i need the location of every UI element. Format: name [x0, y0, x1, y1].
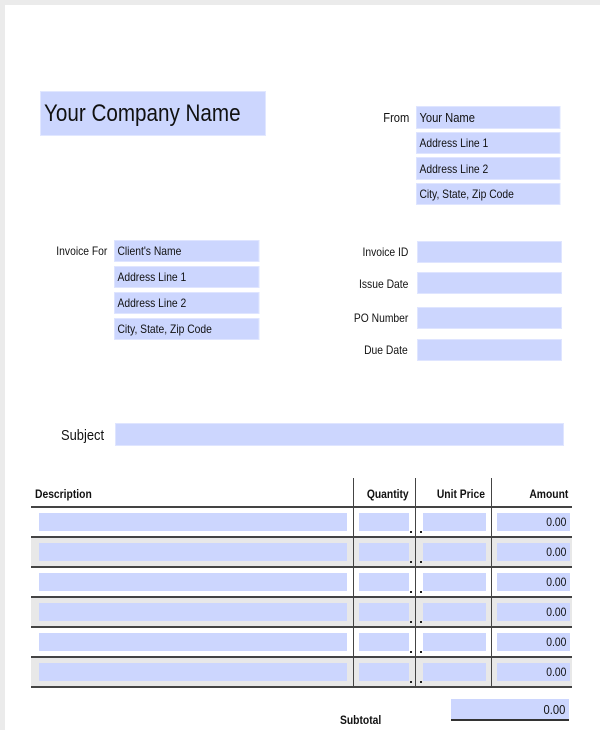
unit-price-field[interactable]: [423, 573, 486, 591]
invoice-for-label: Invoice For: [55, 244, 107, 258]
column-header-description: Description: [35, 487, 92, 501]
column-divider: [415, 538, 416, 566]
column-divider: [353, 508, 354, 536]
from-label: From: [382, 110, 409, 125]
unit-price-field[interactable]: [423, 663, 486, 681]
quantity-field[interactable]: [359, 663, 409, 681]
description-field[interactable]: [39, 633, 347, 651]
subject-field[interactable]: [115, 423, 564, 446]
unit-price-field[interactable]: [423, 513, 486, 531]
client-address2-field[interactable]: Address Line 2: [114, 292, 260, 314]
quantity-decimal-mark: [410, 621, 412, 623]
column-divider: [491, 628, 492, 656]
issue-date-field[interactable]: [417, 272, 562, 294]
table-row: 0.00: [31, 658, 572, 688]
quantity-decimal-mark: [410, 531, 412, 533]
column-divider: [353, 628, 354, 656]
description-field[interactable]: [39, 573, 347, 591]
company-name-text: Your Company Name: [44, 99, 241, 127]
table-row: 0.00: [31, 568, 572, 598]
quantity-field[interactable]: [359, 603, 409, 621]
from-address2-field[interactable]: Address Line 2: [416, 157, 561, 180]
table-header: Description Quantity Unit Price Amount: [31, 478, 572, 508]
from-address1-field[interactable]: Address Line 1: [416, 132, 561, 154]
client-name-field[interactable]: Client's Name: [114, 240, 260, 262]
table-row: 0.00: [31, 538, 572, 568]
unit-price-field[interactable]: [423, 633, 486, 651]
amount-field[interactable]: 0.00: [497, 513, 570, 531]
column-divider: [491, 478, 492, 506]
table-row: 0.00: [31, 628, 572, 658]
column-divider: [353, 478, 354, 506]
column-divider: [415, 478, 416, 506]
table-row: 0.00: [31, 598, 572, 628]
line-items-table: Description Quantity Unit Price Amount 0…: [31, 478, 572, 688]
unit-price-field[interactable]: [423, 603, 486, 621]
column-divider: [415, 568, 416, 596]
column-header-quantity: Quantity: [367, 487, 409, 501]
column-divider: [353, 658, 354, 686]
unit-price-decimal-mark: [420, 561, 422, 563]
column-divider: [415, 508, 416, 536]
from-name-field[interactable]: Your Name: [416, 106, 561, 129]
unit-price-field[interactable]: [423, 543, 486, 561]
description-field[interactable]: [39, 543, 347, 561]
amount-field[interactable]: 0.00: [497, 573, 570, 591]
invoice-id-label: Invoice ID: [362, 245, 408, 259]
due-date-field[interactable]: [417, 339, 562, 361]
amount-field[interactable]: 0.00: [497, 603, 570, 621]
column-divider: [491, 598, 492, 626]
amount-field[interactable]: 0.00: [497, 543, 570, 561]
quantity-field[interactable]: [359, 543, 409, 561]
table-row: 0.00: [31, 508, 572, 538]
amount-field[interactable]: 0.00: [497, 663, 570, 681]
quantity-decimal-mark: [410, 651, 412, 653]
unit-price-decimal-mark: [420, 531, 422, 533]
column-divider: [353, 598, 354, 626]
column-divider: [491, 538, 492, 566]
column-divider: [491, 568, 492, 596]
subject-label: Subject: [60, 427, 104, 444]
quantity-decimal-mark: [410, 591, 412, 593]
quantity-field[interactable]: [359, 513, 409, 531]
unit-price-decimal-mark: [420, 621, 422, 623]
issue-date-label: Issue Date: [358, 277, 408, 291]
client-address1-field[interactable]: Address Line 1: [114, 266, 260, 288]
po-number-field[interactable]: [417, 307, 562, 329]
column-divider: [415, 598, 416, 626]
subtotal-field[interactable]: 0.00: [451, 699, 569, 721]
column-header-amount: Amount: [529, 487, 568, 501]
description-field[interactable]: [39, 513, 347, 531]
description-field[interactable]: [39, 663, 347, 681]
company-name-field[interactable]: Your Company Name: [40, 91, 266, 136]
unit-price-decimal-mark: [420, 681, 422, 683]
column-header-unit-price: Unit Price: [436, 487, 485, 501]
amount-field[interactable]: 0.00: [497, 633, 570, 651]
quantity-decimal-mark: [410, 681, 412, 683]
quantity-field[interactable]: [359, 573, 409, 591]
from-city-field[interactable]: City, State, Zip Code: [416, 183, 561, 205]
column-divider: [491, 658, 492, 686]
unit-price-decimal-mark: [420, 591, 422, 593]
column-divider: [353, 568, 354, 596]
invoice-id-field[interactable]: [417, 241, 562, 263]
column-divider: [415, 628, 416, 656]
column-divider: [415, 658, 416, 686]
subtotal-label: Subtotal: [340, 713, 382, 727]
unit-price-decimal-mark: [420, 651, 422, 653]
client-city-field[interactable]: City, State, Zip Code: [114, 318, 260, 340]
quantity-decimal-mark: [410, 561, 412, 563]
due-date-label: Due Date: [364, 343, 408, 357]
column-divider: [491, 508, 492, 536]
po-number-label: PO Number: [353, 311, 408, 325]
column-divider: [353, 538, 354, 566]
quantity-field[interactable]: [359, 633, 409, 651]
description-field[interactable]: [39, 603, 347, 621]
